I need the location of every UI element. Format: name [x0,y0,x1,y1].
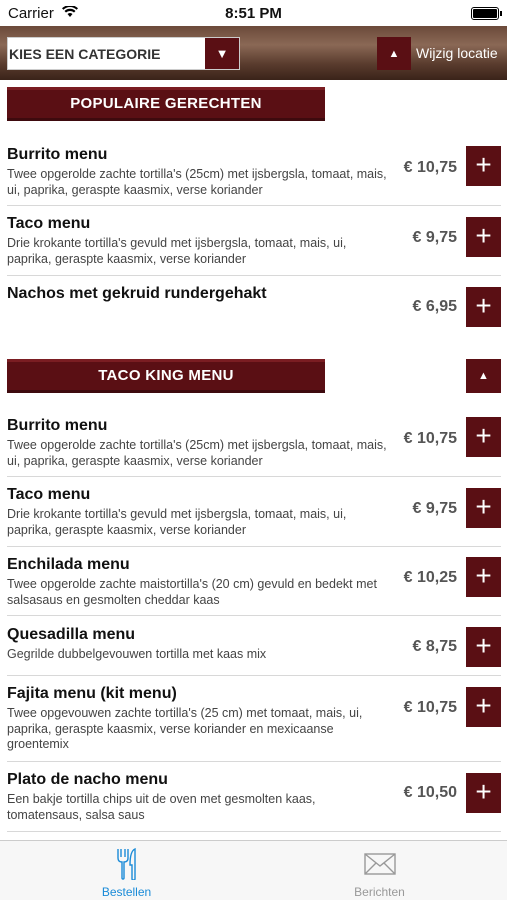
item-description: Twee opgevouwen zachte tortilla's (25 cm… [7,706,363,751]
add-item-button[interactable]: + [466,217,501,257]
change-location-link[interactable]: Wijzig locatie [416,45,498,61]
chevron-up-icon: ▲ [388,47,400,60]
add-item-button[interactable]: + [466,417,501,457]
tab-berichten[interactable]: Berichten [253,841,506,900]
item-name: Fajita menu (kit menu) [7,685,177,702]
item-price: € 9,75 [412,229,457,246]
item-name: Quesadilla menu [7,626,136,643]
section-header[interactable]: TACO KING MENU [7,359,325,393]
item-name: Nachos met gekruid rundergehakt [7,285,267,302]
location-toggle-button[interactable]: ▲ [377,37,411,70]
clock: 8:51 PM [225,5,282,22]
add-item-button[interactable]: + [466,773,501,813]
item-name: Plato de nacho menu [7,771,168,788]
tab-bar: Bestellen Berichten [0,840,507,900]
add-item-button[interactable]: + [466,146,501,186]
item-price: € 10,75 [403,430,457,447]
item-price: € 6,95 [412,298,457,315]
add-item-button[interactable]: + [466,557,501,597]
divider [7,761,501,762]
divider [7,615,501,616]
item-price: € 10,50 [403,784,457,801]
item-description: Twee opgerolde zachte tortilla's (25cm) … [7,167,387,197]
divider [7,831,501,832]
chevron-up-icon: ▲ [478,370,489,382]
chevron-down-icon[interactable]: ▼ [205,38,239,69]
item-description: Gegrilde dubbelgevouwen tortilla met kaa… [7,647,267,661]
top-bar: KIES EEN CATEGORIE ▼ ▲ Wijzig locatie [0,26,507,80]
tab-bestellen[interactable]: Bestellen [0,841,253,900]
divider [7,275,501,276]
item-name: Enchilada menu [7,556,130,573]
item-price: € 8,75 [412,638,457,655]
divider [7,476,501,477]
tab-label: Berichten [354,885,405,899]
category-select-label: KIES EEN CATEGORIE [9,46,161,62]
collapse-section-button[interactable]: ▲ [466,359,501,393]
divider [7,675,501,676]
section-header[interactable]: POPULAIRE GERECHTEN [7,87,325,121]
add-item-button[interactable]: + [466,287,501,327]
add-item-button[interactable]: + [466,488,501,528]
item-name: Burrito menu [7,146,108,163]
item-price: € 10,25 [403,569,457,586]
item-description: Een bakje tortilla chips uit de oven met… [7,792,316,822]
item-price: € 9,75 [412,500,457,517]
item-description: Drie krokante tortilla's gevuld met ijsb… [7,507,347,537]
item-price: € 10,75 [403,699,457,716]
item-name: Burrito menu [7,417,108,434]
add-item-button[interactable]: + [466,687,501,727]
item-price: € 10,75 [403,159,457,176]
status-bar: Carrier 8:51 PM [0,0,507,26]
item-name: Taco menu [7,486,91,503]
category-select[interactable]: KIES EEN CATEGORIE ▼ [7,37,240,70]
add-item-button[interactable]: + [466,627,501,667]
item-description: Twee opgerolde zachte tortilla's (25cm) … [7,438,387,468]
divider [7,546,501,547]
battery-icon [471,7,502,20]
item-name: Taco menu [7,215,91,232]
divider [7,205,501,206]
item-description: Drie krokante tortilla's gevuld met ijsb… [7,236,347,266]
item-description: Twee opgerolde zachte maistortilla's (20… [7,577,377,607]
tab-label: Bestellen [101,885,152,899]
